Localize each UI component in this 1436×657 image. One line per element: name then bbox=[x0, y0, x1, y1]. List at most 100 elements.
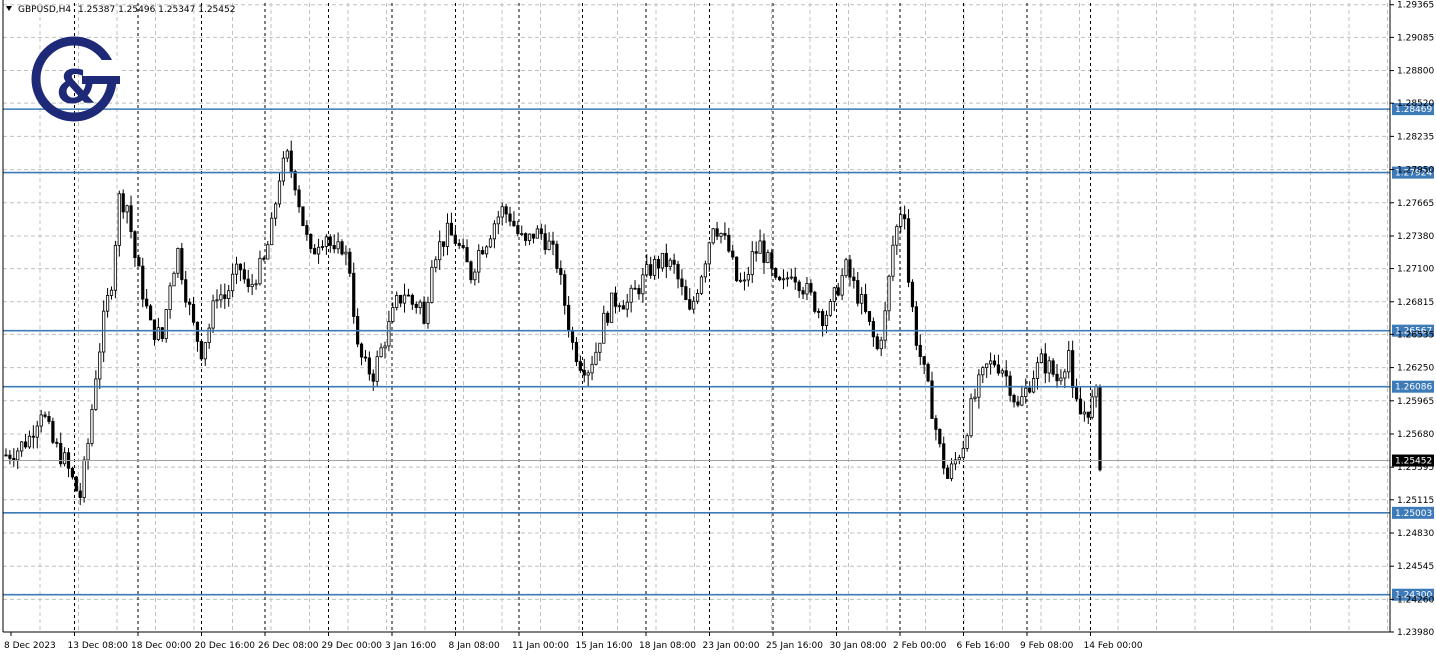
candle-body bbox=[336, 241, 340, 250]
candle-body bbox=[887, 275, 891, 312]
candle-body bbox=[98, 351, 102, 380]
candle-body bbox=[86, 442, 90, 461]
candle-body bbox=[989, 360, 993, 365]
x-tick-label: 23 Jan 00:00 bbox=[703, 641, 760, 651]
candle-body bbox=[250, 283, 254, 288]
candle-body bbox=[215, 299, 219, 302]
candle-body bbox=[875, 336, 879, 350]
candle-body bbox=[598, 342, 602, 353]
candle-body bbox=[559, 268, 563, 276]
x-tick-label: 18 Dec 00:00 bbox=[131, 641, 192, 651]
candle-body bbox=[1000, 370, 1004, 374]
candle-body bbox=[649, 264, 653, 276]
candle-body bbox=[328, 236, 332, 246]
candle-body bbox=[434, 259, 438, 268]
candle-body bbox=[652, 259, 657, 276]
candle-body bbox=[703, 263, 707, 278]
candle-body bbox=[496, 216, 500, 225]
candle-body bbox=[156, 327, 160, 340]
candle-body bbox=[246, 278, 250, 288]
candle-body bbox=[1039, 353, 1043, 364]
candle-body bbox=[367, 357, 371, 375]
candle-body bbox=[797, 281, 801, 292]
candle-body bbox=[441, 241, 446, 247]
candle-body bbox=[508, 213, 512, 222]
candle-body bbox=[668, 259, 672, 268]
candle-body bbox=[656, 259, 661, 269]
candle-body bbox=[305, 225, 309, 235]
candle-body bbox=[895, 226, 899, 246]
candle-body bbox=[281, 157, 286, 182]
candle-body bbox=[242, 269, 246, 280]
x-tick-label: 6 Feb 16:00 bbox=[957, 641, 1011, 651]
candle-body bbox=[707, 242, 711, 265]
candle-body bbox=[750, 251, 754, 275]
candle-body bbox=[938, 428, 942, 445]
y-tick-label: 1.23980 bbox=[1397, 628, 1434, 638]
candle-body bbox=[254, 283, 258, 286]
candle-body bbox=[1035, 362, 1040, 379]
candle-body bbox=[969, 398, 973, 437]
candle-body bbox=[426, 301, 430, 324]
x-tick-label: 14 Feb 00:00 bbox=[1084, 641, 1143, 651]
candle-body bbox=[395, 294, 399, 308]
candle-body bbox=[926, 363, 930, 382]
candle-body bbox=[547, 240, 551, 250]
candle-body bbox=[699, 276, 704, 294]
candle-body bbox=[828, 301, 833, 316]
candle-body bbox=[55, 441, 59, 444]
candle-body bbox=[758, 240, 762, 254]
candle-body bbox=[320, 246, 325, 248]
candle-body bbox=[711, 228, 715, 244]
candle-body bbox=[610, 292, 614, 323]
candle-body bbox=[1004, 370, 1008, 377]
candle-body bbox=[684, 286, 688, 301]
candle-body bbox=[27, 435, 32, 448]
candle-body bbox=[813, 291, 817, 312]
candle-body bbox=[570, 330, 575, 343]
candle-body bbox=[125, 205, 129, 213]
candle-body bbox=[586, 372, 590, 376]
candle-body bbox=[481, 250, 485, 255]
candle-body bbox=[844, 259, 848, 277]
candle-body bbox=[735, 256, 739, 281]
x-tick-label: 15 Jan 16:00 bbox=[576, 641, 633, 651]
y-tick-label: 1.25395 bbox=[1397, 463, 1434, 473]
candle-body bbox=[1078, 398, 1083, 415]
candle-body bbox=[606, 312, 610, 323]
candle-body bbox=[145, 298, 149, 307]
y-tick-label: 1.27100 bbox=[1397, 265, 1434, 275]
candle-body bbox=[289, 150, 293, 172]
candle-body bbox=[383, 345, 387, 349]
candle-body bbox=[262, 257, 266, 260]
candle-body bbox=[371, 373, 375, 382]
x-tick-label: 30 Jan 08:00 bbox=[830, 641, 887, 651]
candle-body bbox=[195, 321, 200, 342]
candle-body bbox=[942, 443, 946, 469]
candle-body bbox=[555, 243, 559, 269]
candle-body bbox=[137, 257, 141, 267]
y-tick-label: 1.27380 bbox=[1397, 232, 1434, 242]
candle-body bbox=[590, 363, 594, 374]
y-tick-label: 1.26535 bbox=[1397, 330, 1434, 340]
symbol-label: GBPUSD,H4 bbox=[18, 5, 71, 15]
candle-body bbox=[961, 448, 965, 459]
x-tick-label: 11 Jan 00:00 bbox=[512, 641, 569, 651]
candle-body bbox=[594, 351, 598, 365]
candle-body bbox=[117, 193, 121, 246]
candle-body bbox=[121, 193, 125, 213]
candle-body bbox=[102, 310, 106, 353]
candle-body bbox=[781, 278, 786, 281]
candle-body bbox=[1028, 387, 1032, 393]
candle-body bbox=[809, 283, 813, 293]
candle-body bbox=[461, 245, 465, 248]
candle-body bbox=[129, 205, 133, 233]
candle-body bbox=[410, 294, 414, 305]
candle-body bbox=[1090, 396, 1094, 418]
candle-body bbox=[219, 294, 223, 301]
candle-body bbox=[1024, 387, 1028, 398]
candle-body bbox=[879, 339, 883, 350]
candle-body bbox=[453, 234, 457, 244]
candle-body bbox=[731, 250, 735, 258]
candle-body bbox=[774, 268, 778, 278]
